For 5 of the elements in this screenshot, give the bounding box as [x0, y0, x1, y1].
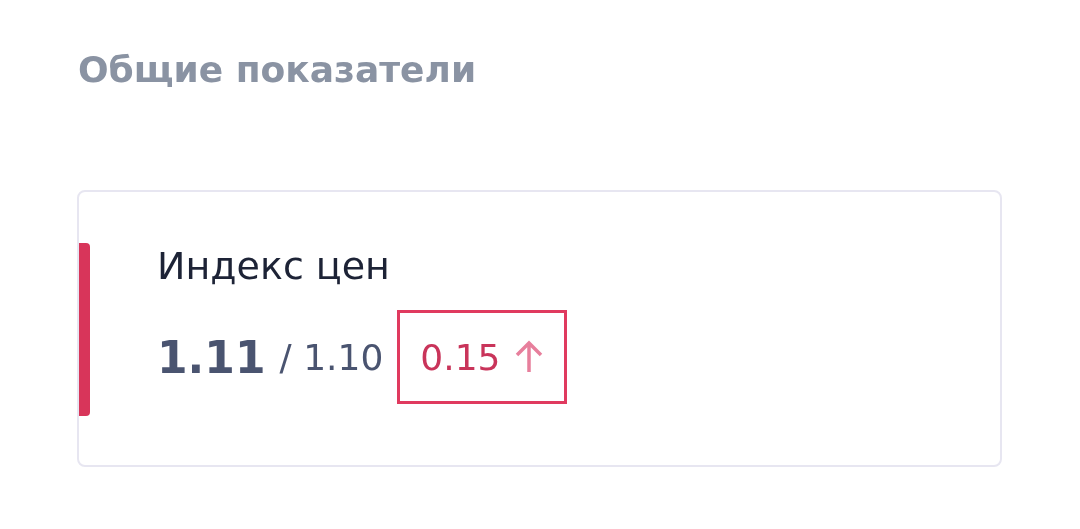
metric-label: Индекс цен [157, 244, 390, 288]
previous-value: / 1.10 [279, 336, 384, 378]
metric-value: 1.11 [157, 331, 266, 383]
change-value: 0.15 [420, 336, 501, 378]
section-title: Общие показатели [78, 48, 477, 92]
